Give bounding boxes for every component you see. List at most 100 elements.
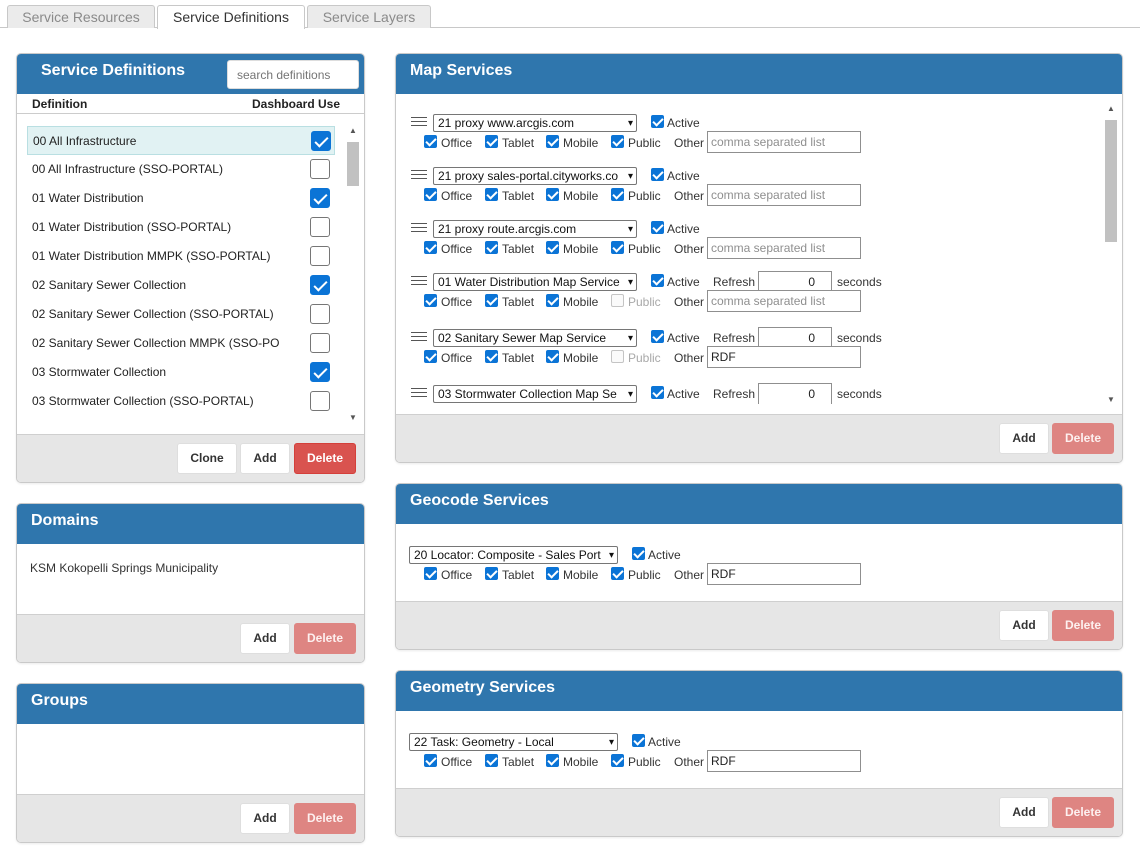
office-checkbox[interactable] bbox=[424, 135, 437, 148]
dashboard-use-checkbox[interactable] bbox=[310, 188, 330, 208]
add-domain-button[interactable]: Add bbox=[240, 623, 290, 654]
service-select[interactable]: 21 proxy route.arcgis.com ▾ bbox=[433, 220, 637, 238]
other-input[interactable]: comma separated list bbox=[707, 237, 861, 259]
tablet-checkbox[interactable] bbox=[485, 567, 498, 580]
other-input[interactable]: RDF bbox=[707, 346, 861, 368]
tablet-checkbox[interactable] bbox=[485, 241, 498, 254]
map-services-scroll-thumb[interactable] bbox=[1105, 120, 1117, 242]
mobile-checkbox[interactable] bbox=[546, 350, 559, 363]
delete-map-service-button[interactable]: Delete bbox=[1052, 423, 1114, 454]
office-checkbox[interactable] bbox=[424, 241, 437, 254]
active-checkbox[interactable] bbox=[632, 547, 645, 560]
definition-row[interactable]: 02 Sanitary Sewer Collection (SSO-PORTAL… bbox=[27, 300, 335, 329]
service-select[interactable]: 21 proxy sales-portal.cityworks.co ▾ bbox=[433, 167, 637, 185]
add-geometry-service-button[interactable]: Add bbox=[999, 797, 1049, 828]
service-select[interactable]: 20 Locator: Composite - Sales Port ▾ bbox=[409, 546, 618, 564]
definition-row[interactable]: 00 All Infrastructure (SSO-PORTAL) bbox=[27, 155, 335, 184]
delete-group-button[interactable]: Delete bbox=[294, 803, 356, 834]
public-checkbox[interactable] bbox=[611, 188, 624, 201]
tab-service-definitions[interactable]: Service Definitions bbox=[157, 5, 305, 29]
definition-row[interactable]: 02 Sanitary Sewer Collection MMPK (SSO-P… bbox=[27, 329, 335, 358]
active-label: Active bbox=[648, 735, 681, 749]
drag-handle-icon[interactable] bbox=[411, 117, 427, 129]
mobile-checkbox[interactable] bbox=[546, 135, 559, 148]
service-select[interactable]: 03 Stormwater Collection Map Se ▾ bbox=[433, 385, 637, 403]
dashboard-use-checkbox[interactable] bbox=[310, 275, 330, 295]
drag-handle-icon[interactable] bbox=[411, 170, 427, 182]
tab-service-layers[interactable]: Service Layers bbox=[307, 5, 431, 28]
definition-row[interactable]: 03 Stormwater Collection (SSO-PORTAL) bbox=[27, 387, 335, 416]
public-checkbox[interactable] bbox=[611, 241, 624, 254]
tab-service-resources[interactable]: Service Resources bbox=[7, 5, 155, 28]
add-definition-button[interactable]: Add bbox=[240, 443, 290, 474]
definitions-scroll-thumb[interactable] bbox=[347, 142, 359, 186]
delete-geocode-service-button[interactable]: Delete bbox=[1052, 610, 1114, 641]
delete-geometry-service-button[interactable]: Delete bbox=[1052, 797, 1114, 828]
office-checkbox[interactable] bbox=[424, 350, 437, 363]
active-checkbox[interactable] bbox=[651, 221, 664, 234]
office-checkbox[interactable] bbox=[424, 188, 437, 201]
definition-row[interactable]: 02 Sanitary Sewer Collection bbox=[27, 271, 335, 300]
active-checkbox[interactable] bbox=[651, 115, 664, 128]
tablet-checkbox[interactable] bbox=[485, 188, 498, 201]
office-checkbox[interactable] bbox=[424, 754, 437, 767]
dashboard-use-checkbox[interactable] bbox=[310, 159, 330, 179]
dashboard-use-checkbox[interactable] bbox=[310, 391, 330, 411]
active-checkbox[interactable] bbox=[651, 386, 664, 399]
definition-row[interactable]: 01 Water Distribution (SSO-PORTAL) bbox=[27, 213, 335, 242]
mobile-checkbox[interactable] bbox=[546, 294, 559, 307]
other-input[interactable]: comma separated list bbox=[707, 184, 861, 206]
drag-handle-icon[interactable] bbox=[411, 223, 427, 235]
definition-row[interactable]: 03 Stormwater Collection bbox=[27, 358, 335, 387]
office-checkbox[interactable] bbox=[424, 567, 437, 580]
service-select[interactable]: 02 Sanitary Sewer Map Service ▾ bbox=[433, 329, 637, 347]
tablet-checkbox[interactable] bbox=[485, 135, 498, 148]
drag-handle-icon[interactable] bbox=[411, 388, 427, 400]
public-checkbox bbox=[611, 350, 624, 363]
dashboard-use-checkbox[interactable] bbox=[311, 131, 331, 151]
active-checkbox[interactable] bbox=[651, 168, 664, 181]
other-input[interactable]: comma separated list bbox=[707, 131, 861, 153]
refresh-input[interactable]: 0 bbox=[758, 383, 832, 404]
add-geocode-service-button[interactable]: Add bbox=[999, 610, 1049, 641]
public-checkbox[interactable] bbox=[611, 754, 624, 767]
active-checkbox[interactable] bbox=[632, 734, 645, 747]
drag-handle-icon[interactable] bbox=[411, 276, 427, 288]
active-checkbox[interactable] bbox=[651, 330, 664, 343]
office-checkbox[interactable] bbox=[424, 294, 437, 307]
other-input[interactable]: RDF bbox=[707, 563, 861, 585]
dashboard-use-checkbox[interactable] bbox=[310, 304, 330, 324]
search-definitions-input[interactable] bbox=[227, 60, 359, 89]
add-group-button[interactable]: Add bbox=[240, 803, 290, 834]
tablet-checkbox[interactable] bbox=[485, 294, 498, 307]
dashboard-use-checkbox[interactable] bbox=[310, 362, 330, 382]
service-select[interactable]: 21 proxy www.arcgis.com ▾ bbox=[433, 114, 637, 132]
service-select[interactable]: 22 Task: Geometry - Local ▾ bbox=[409, 733, 618, 751]
delete-domain-button[interactable]: Delete bbox=[294, 623, 356, 654]
dashboard-use-checkbox[interactable] bbox=[310, 333, 330, 353]
mobile-checkbox[interactable] bbox=[546, 567, 559, 580]
other-input[interactable]: RDF bbox=[707, 750, 861, 772]
public-checkbox[interactable] bbox=[611, 135, 624, 148]
mobile-checkbox[interactable] bbox=[546, 188, 559, 201]
delete-definition-button[interactable]: Delete bbox=[294, 443, 356, 474]
add-map-service-button[interactable]: Add bbox=[999, 423, 1049, 454]
definition-row[interactable]: 01 Water Distribution bbox=[27, 184, 335, 213]
dashboard-use-checkbox[interactable] bbox=[310, 217, 330, 237]
active-checkbox[interactable] bbox=[651, 274, 664, 287]
definition-row[interactable]: 01 Water Distribution MMPK (SSO-PORTAL) bbox=[27, 242, 335, 271]
drag-handle-icon[interactable] bbox=[411, 332, 427, 344]
mobile-checkbox[interactable] bbox=[546, 241, 559, 254]
definitions-scrollbar[interactable]: ▲ ▼ bbox=[345, 126, 361, 422]
tablet-checkbox[interactable] bbox=[485, 350, 498, 363]
map-services-scrollbar[interactable]: ▲ ▼ bbox=[1103, 104, 1119, 404]
public-checkbox[interactable] bbox=[611, 567, 624, 580]
definition-row[interactable]: 00 All Infrastructure bbox=[27, 126, 335, 155]
mobile-checkbox[interactable] bbox=[546, 754, 559, 767]
domain-item[interactable]: KSM Kokopelli Springs Municipality bbox=[30, 561, 218, 575]
tablet-checkbox[interactable] bbox=[485, 754, 498, 767]
other-input[interactable]: comma separated list bbox=[707, 290, 861, 312]
service-select[interactable]: 01 Water Distribution Map Service ▾ bbox=[433, 273, 637, 291]
dashboard-use-checkbox[interactable] bbox=[310, 246, 330, 266]
clone-button[interactable]: Clone bbox=[177, 443, 237, 474]
